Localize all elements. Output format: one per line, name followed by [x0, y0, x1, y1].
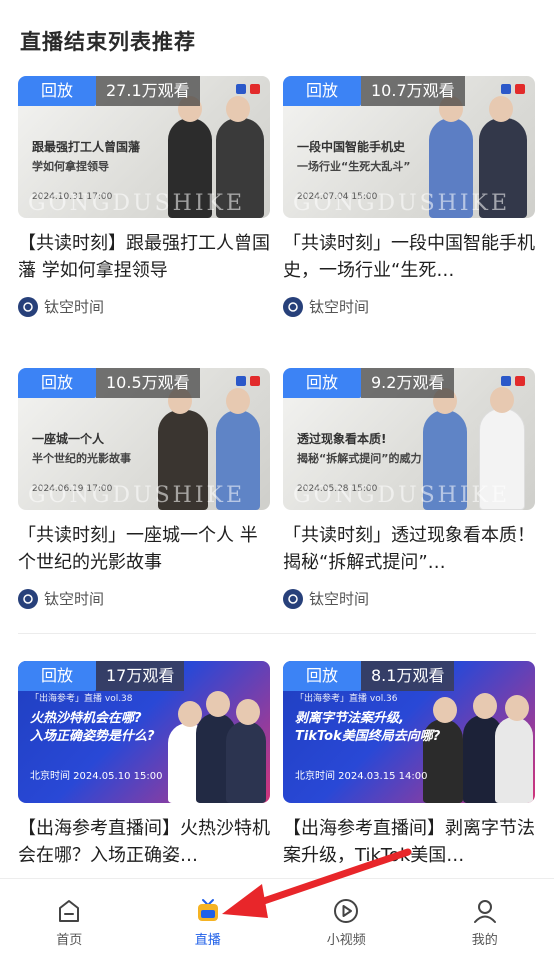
channel-avatar-icon: [283, 589, 303, 609]
author-name: 钛空时间: [309, 588, 369, 609]
card-thumbnail[interactable]: 透过现象看本质! 揭秘“拆解式提问”的威力 2024.05.28 15:00 G…: [283, 368, 535, 510]
live-card[interactable]: 「出海参考」直播 vol.36 剥离字节法案升级, TikTok美国终局去向哪?…: [283, 661, 535, 869]
views-badge: 27.1万观看: [96, 76, 200, 106]
channel-logos: [236, 84, 260, 94]
section-divider: [18, 633, 536, 634]
replay-badge: 回放: [18, 661, 96, 691]
tv-icon: [194, 897, 222, 925]
poster-watermark: GONGDUSHIKE: [28, 483, 245, 508]
author-name: 钛空时间: [44, 296, 104, 317]
poster-subline: 一场行业“生死大乱斗”: [297, 158, 410, 174]
poster-headline: 一座城一个人: [32, 430, 104, 447]
views-badge: 9.2万观看: [361, 368, 454, 398]
poster-headline: 跟最强打工人曾国藩: [32, 138, 140, 155]
poster-series: 「出海参考」直播 vol.36: [295, 691, 398, 704]
card-title[interactable]: 「共读时刻」透过现象看本质！揭秘“拆解式提问”…: [283, 522, 535, 576]
author-name: 钛空时间: [309, 296, 369, 317]
author-row[interactable]: 钛空时间: [283, 296, 535, 317]
home-icon: [55, 897, 83, 925]
poster-watermark: GONGDUSHIKE: [293, 191, 510, 216]
card-title[interactable]: 【出海参考直播间】剥离字节法案升级，TikTok美国…: [283, 815, 535, 869]
user-icon: [471, 897, 499, 925]
card-thumbnail[interactable]: 一座城一个人 半个世纪的光影故事 2024.06.19 17:00 GONGDU…: [18, 368, 270, 510]
channel-avatar-icon: [18, 297, 38, 317]
section-title: 直播结束列表推荐: [20, 26, 196, 56]
author-row[interactable]: 钛空时间: [18, 296, 270, 317]
replay-badge: 回放: [18, 76, 96, 106]
live-card[interactable]: 「出海参考」直播 vol.38 火热沙特机会在哪? 入场正确姿势是什么? 北京时…: [18, 661, 270, 869]
live-card[interactable]: 跟最强打工人曾国藩 学如何拿捏领导 2024.10.31 17:00 GONGD…: [18, 76, 270, 317]
poster-headline: 透过现象看本质!: [297, 430, 386, 447]
channel-logos: [236, 376, 260, 386]
tab-label: 小视频: [327, 929, 366, 948]
views-badge: 10.5万观看: [96, 368, 200, 398]
views-badge: 17万观看: [96, 661, 184, 691]
poster-date: 北京时间 2024.05.10 15:00: [30, 767, 162, 782]
poster-subline: TikTok美国终局去向哪?: [295, 725, 440, 744]
channel-avatar-icon: [18, 589, 38, 609]
poster-subline: 半个世纪的光影故事: [32, 450, 131, 466]
poster-headline: 一段中国智能手机史: [297, 138, 405, 155]
card-title[interactable]: 【出海参考直播间】火热沙特机会在哪？入场正确姿…: [18, 815, 270, 869]
card-thumbnail[interactable]: 「出海参考」直播 vol.38 火热沙特机会在哪? 入场正确姿势是什么? 北京时…: [18, 661, 270, 803]
channel-logos: [501, 84, 525, 94]
poster-watermark: GONGDUSHIKE: [293, 483, 510, 508]
bottom-tab-bar: 首页 直播 小视频 我的: [0, 878, 554, 955]
replay-badge: 回放: [283, 368, 361, 398]
poster-headline: 剥离字节法案升级,: [295, 707, 404, 726]
author-name: 钛空时间: [44, 588, 104, 609]
replay-badge: 回放: [283, 76, 361, 106]
live-card[interactable]: 一座城一个人 半个世纪的光影故事 2024.06.19 17:00 GONGDU…: [18, 368, 270, 609]
tab-home[interactable]: 首页: [0, 879, 139, 955]
views-badge: 10.7万观看: [361, 76, 465, 106]
tab-profile[interactable]: 我的: [416, 879, 554, 955]
views-badge: 8.1万观看: [361, 661, 454, 691]
live-card[interactable]: 一段中国智能手机史 一场行业“生死大乱斗” 2024.07.04 15:00 G…: [283, 76, 535, 317]
poster-subline: 学如何拿捏领导: [32, 158, 109, 174]
card-thumbnail[interactable]: 「出海参考」直播 vol.36 剥离字节法案升级, TikTok美国终局去向哪?…: [283, 661, 535, 803]
host-figure: [495, 717, 533, 803]
poster-headline: 火热沙特机会在哪?: [30, 707, 142, 726]
live-card[interactable]: 透过现象看本质! 揭秘“拆解式提问”的威力 2024.05.28 15:00 G…: [283, 368, 535, 609]
card-title[interactable]: 「共读时刻」一段中国智能手机史，一场行业“生死…: [283, 230, 535, 284]
card-title[interactable]: 「共读时刻」一座城一个人 半个世纪的光影故事: [18, 522, 270, 576]
card-thumbnail[interactable]: 跟最强打工人曾国藩 学如何拿捏领导 2024.10.31 17:00 GONGD…: [18, 76, 270, 218]
channel-avatar-icon: [283, 297, 303, 317]
channel-logos: [501, 376, 525, 386]
card-thumbnail[interactable]: 一段中国智能手机史 一场行业“生死大乱斗” 2024.07.04 15:00 G…: [283, 76, 535, 218]
poster-subline: 揭秘“拆解式提问”的威力: [297, 450, 421, 466]
replay-badge: 回放: [283, 661, 361, 691]
tab-short-video[interactable]: 小视频: [277, 879, 416, 955]
poster-watermark: GONGDUSHIKE: [28, 191, 245, 216]
card-title[interactable]: 【共读时刻】跟最强打工人曾国藩 学如何拿捏领导: [18, 230, 270, 284]
tab-label: 我的: [472, 929, 498, 948]
poster-subline: 入场正确姿势是什么?: [30, 725, 155, 744]
author-row[interactable]: 钛空时间: [18, 588, 270, 609]
tab-label: 首页: [56, 929, 82, 948]
tab-label: 直播: [195, 929, 221, 948]
host-figure: [226, 721, 266, 803]
tab-live[interactable]: 直播: [139, 879, 278, 955]
author-row[interactable]: 钛空时间: [283, 588, 535, 609]
replay-badge: 回放: [18, 368, 96, 398]
poster-date: 北京时间 2024.03.15 14:00: [295, 767, 427, 782]
poster-series: 「出海参考」直播 vol.38: [30, 691, 133, 704]
play-icon: [332, 897, 360, 925]
